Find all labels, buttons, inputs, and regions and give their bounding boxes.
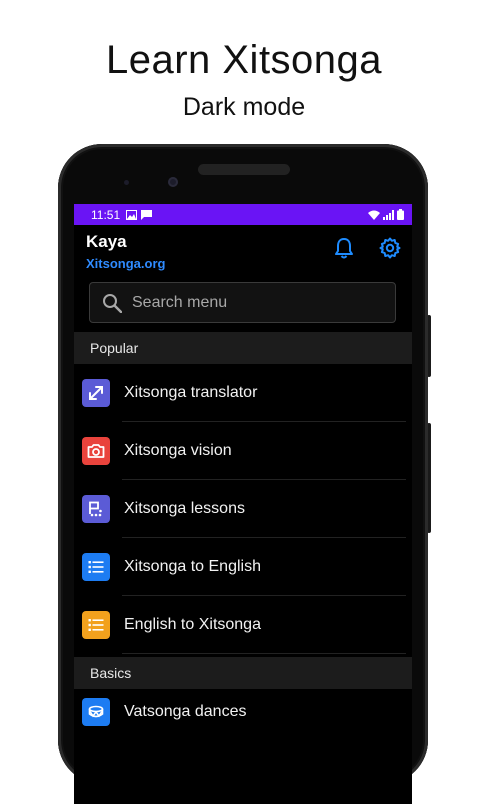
menu-item-label: Xitsonga translator bbox=[124, 384, 258, 401]
menu-item-xitsonga-vision[interactable]: Xitsonga vision bbox=[74, 422, 412, 480]
menu-item-label: English to Xitsonga bbox=[124, 616, 261, 633]
menu-item-english-to-xitsonga[interactable]: English to Xitsonga bbox=[74, 596, 412, 654]
app-name: Kaya bbox=[86, 232, 127, 251]
app-screen: 11:51 Kaya Xitsonga.org Search menu Popu… bbox=[74, 204, 412, 804]
menu-item-vatsonga-dances[interactable]: Vatsonga dances bbox=[74, 689, 412, 735]
phone-frame: 11:51 Kaya Xitsonga.org Search menu Popu… bbox=[58, 144, 428, 804]
section-header-popular: Popular bbox=[74, 332, 412, 364]
divider bbox=[122, 653, 406, 654]
menu-item-label: Xitsonga to English bbox=[124, 558, 261, 575]
image-notification-icon bbox=[126, 209, 138, 220]
menu-item-label: Xitsonga lessons bbox=[124, 500, 245, 517]
lessons-icon bbox=[89, 501, 102, 517]
menu-item-xitsonga-to-english[interactable]: Xitsonga to English bbox=[74, 538, 412, 596]
search-icon bbox=[103, 293, 122, 313]
search-placeholder: Search menu bbox=[132, 293, 228, 311]
list-icon bbox=[88, 561, 104, 573]
promo-subtitle: Dark mode bbox=[182, 93, 306, 121]
wifi-icon bbox=[368, 210, 380, 220]
search-input[interactable]: Search menu bbox=[89, 282, 396, 323]
battery-icon bbox=[397, 209, 404, 220]
section-header-basics: Basics bbox=[74, 657, 412, 689]
status-time: 11:51 bbox=[91, 207, 121, 222]
menu-item-label: Xitsonga vision bbox=[124, 442, 232, 459]
notifications-button[interactable] bbox=[331, 235, 357, 261]
settings-button[interactable] bbox=[377, 235, 403, 261]
gear-icon bbox=[379, 237, 401, 259]
signal-icon bbox=[383, 209, 394, 220]
promo-title: Learn Xitsonga bbox=[105, 38, 383, 82]
app-header: Kaya Xitsonga.org bbox=[74, 225, 412, 281]
bell-icon bbox=[335, 238, 353, 259]
camera-icon bbox=[87, 444, 105, 458]
list-icon bbox=[88, 619, 104, 631]
drum-icon bbox=[88, 705, 104, 718]
translate-arrows-icon bbox=[89, 386, 103, 400]
phone-speaker bbox=[198, 164, 290, 175]
message-notification-icon bbox=[141, 209, 153, 220]
menu-item-label: Vatsonga dances bbox=[124, 703, 247, 720]
menu-item-xitsonga-lessons[interactable]: Xitsonga lessons bbox=[74, 480, 412, 538]
menu-item-xitsonga-translator[interactable]: Xitsonga translator bbox=[74, 364, 412, 422]
status-bar: 11:51 bbox=[74, 204, 412, 225]
phone-sensor bbox=[124, 180, 129, 185]
app-site-link[interactable]: Xitsonga.org bbox=[86, 256, 165, 271]
phone-camera bbox=[168, 177, 178, 187]
